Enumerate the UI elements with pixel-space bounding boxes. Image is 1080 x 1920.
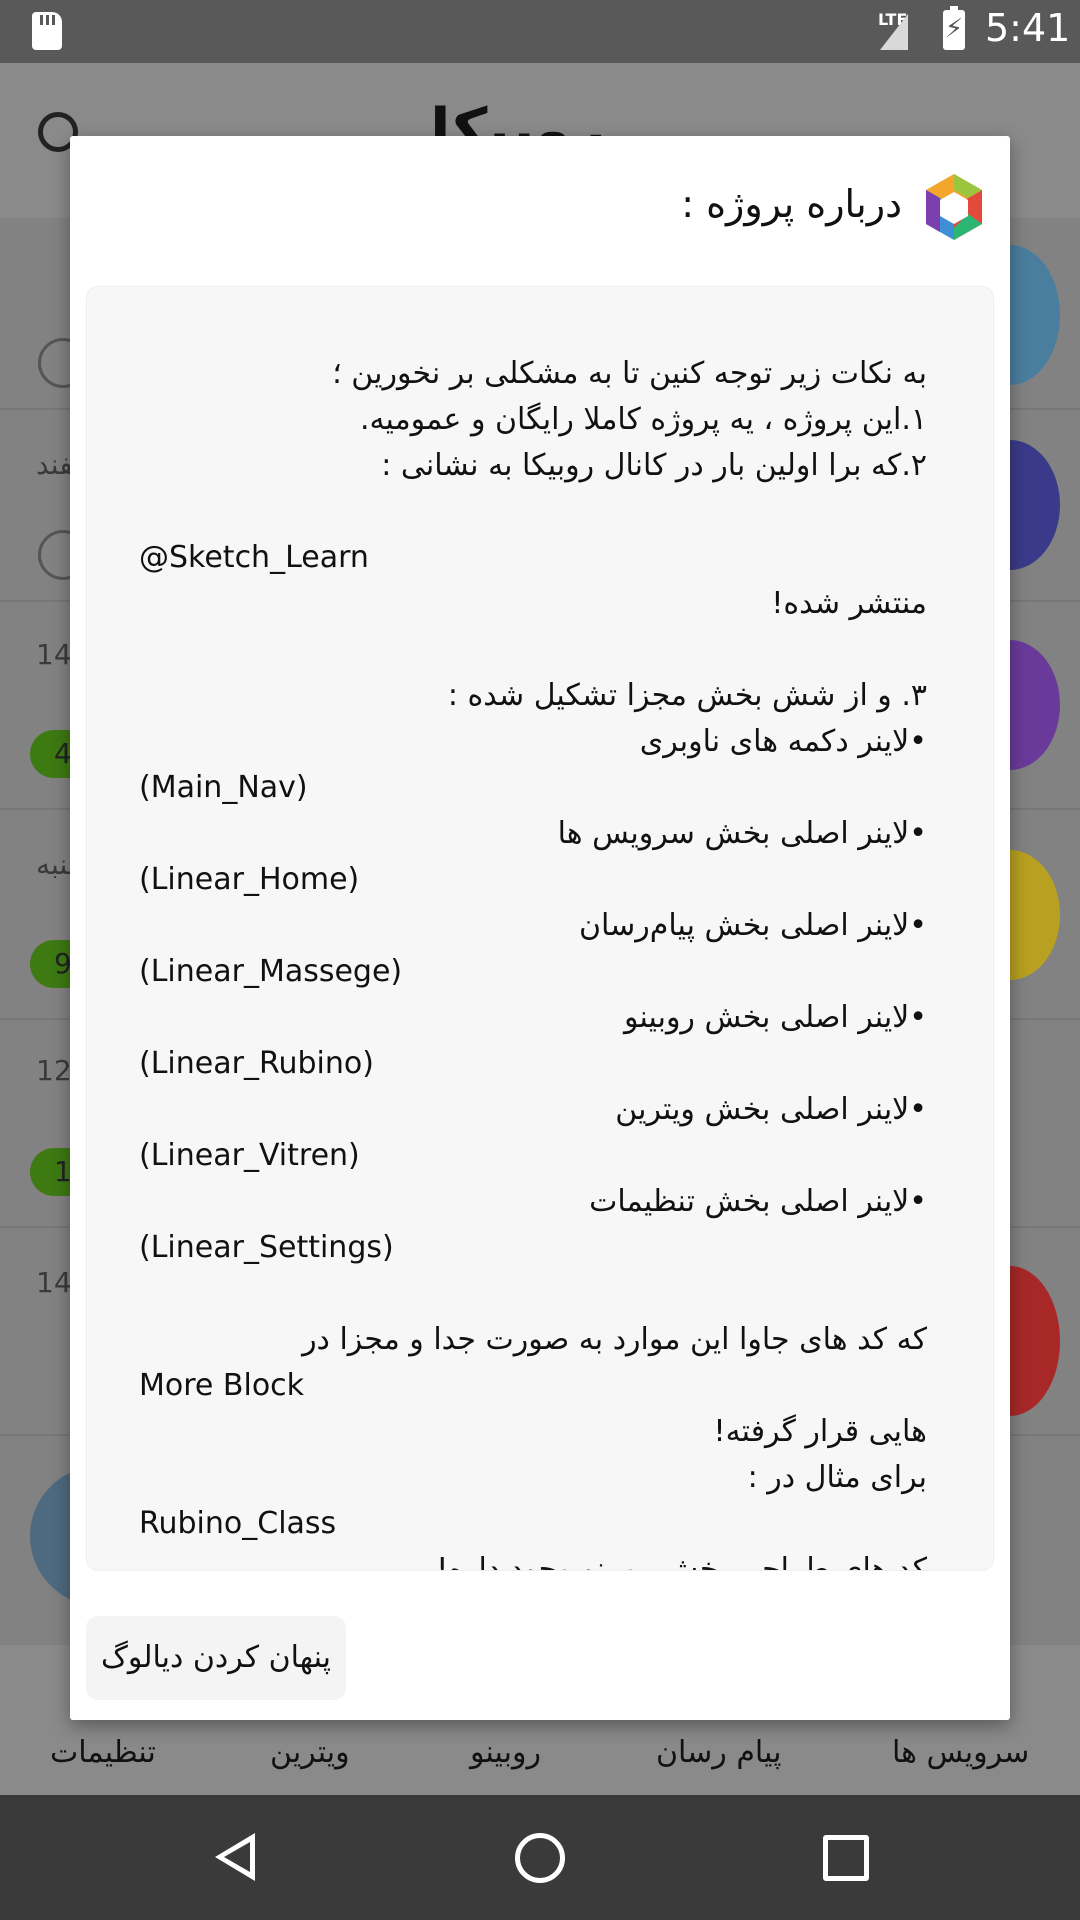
dialog-message-line: @Sketch_Learn bbox=[139, 540, 369, 575]
dialog-message-line: (Linear_Vitren) bbox=[139, 1138, 360, 1173]
hide-dialog-button[interactable]: پنهان کردن دیالوگ bbox=[86, 1616, 346, 1700]
back-icon[interactable] bbox=[215, 1833, 255, 1881]
list-item-time: 14 bbox=[36, 1266, 72, 1299]
signal-icon bbox=[880, 14, 908, 50]
dialog-title: درباره پروژه : bbox=[681, 182, 902, 226]
dialog-message-line: (Linear_Rubino) bbox=[139, 1046, 374, 1081]
list-item-time: 12 bbox=[36, 1054, 72, 1087]
dialog-message-line: •لاینر اصلی بخش سرویس ها bbox=[557, 816, 927, 851]
dialog-message-line: ۳. و از شش بخش مجزا تشکیل شده : bbox=[447, 678, 927, 713]
dialog-message-line: ۲.که برا اولین بار در کانال روبیکا به نش… bbox=[381, 448, 927, 483]
dialog-message-line: (Linear_Massege) bbox=[139, 954, 403, 989]
dialog-message-line: •لاینر اصلی بخش پیام‌رسان bbox=[579, 908, 927, 943]
tab-services[interactable]: سرویس ها bbox=[892, 1735, 1029, 1770]
dialog-message-line: برای مثال در : bbox=[747, 1460, 927, 1495]
dialog-message-line: •لاینر دکمه های ناوبری bbox=[639, 724, 927, 759]
home-icon[interactable] bbox=[515, 1833, 565, 1883]
rubika-logo-icon bbox=[926, 174, 982, 240]
dialog-message-line: (Linear_Settings) bbox=[139, 1230, 394, 1265]
dialog-message-line: •لاینر اصلی بخش تنظیمات bbox=[589, 1184, 927, 1219]
dialog-message-line: که کد های جاوا این موارد به صورت جدا و م… bbox=[302, 1322, 927, 1357]
dialog-message-line bbox=[139, 1271, 927, 1317]
recent-apps-icon[interactable] bbox=[823, 1835, 869, 1881]
dialog-message: به نکات زیر توجه کنین تا به مشکلی بر نخو… bbox=[86, 286, 994, 1571]
status-time: 5:41 bbox=[985, 6, 1071, 50]
dialog-message-line: (Linear_Home) bbox=[139, 862, 360, 897]
status-bar: LTE ⚡ 5:41 bbox=[0, 0, 1080, 63]
dialog-message-line: هایی قرار گرفته! bbox=[713, 1414, 927, 1449]
list-item-time: 14 bbox=[36, 638, 72, 671]
dialog-message-line: منتشر شده! bbox=[771, 586, 927, 621]
dialog-message-line bbox=[139, 627, 927, 673]
tab-rubino[interactable]: روبینو bbox=[470, 1735, 541, 1770]
dialog-message-line: کد های طراحی بخش روبینو وجود داره! bbox=[436, 1552, 927, 1571]
tab-vitrin[interactable]: ویترین bbox=[270, 1735, 350, 1770]
tab-messenger[interactable]: پیام رسان bbox=[656, 1735, 781, 1770]
battery-charging-icon: ⚡ bbox=[943, 6, 965, 50]
dialog-message-line: Rubino_Class bbox=[139, 1506, 337, 1541]
dialog-message-line bbox=[139, 489, 927, 535]
dialog-message-line: ۱.این پروژه ، یه پروژه کاملا رایگان و عم… bbox=[359, 402, 927, 437]
dialog-message-line: (Main_Nav) bbox=[139, 770, 308, 805]
dialog-message-line: •لاینر اصلی بخش ویترین bbox=[615, 1092, 927, 1127]
dialog-message-line: به نکات زیر توجه کنین تا به مشکلی بر نخو… bbox=[332, 356, 927, 391]
dialog-message-line: More Block bbox=[139, 1368, 305, 1403]
about-project-dialog: درباره پروژه : به نکات زیر توجه کنین تا … bbox=[70, 136, 1010, 1720]
tab-settings[interactable]: تنظیمات bbox=[50, 1735, 156, 1770]
sd-card-icon bbox=[32, 12, 62, 50]
dialog-message-line: •لاینر اصلی بخش روبینو bbox=[623, 1000, 927, 1035]
